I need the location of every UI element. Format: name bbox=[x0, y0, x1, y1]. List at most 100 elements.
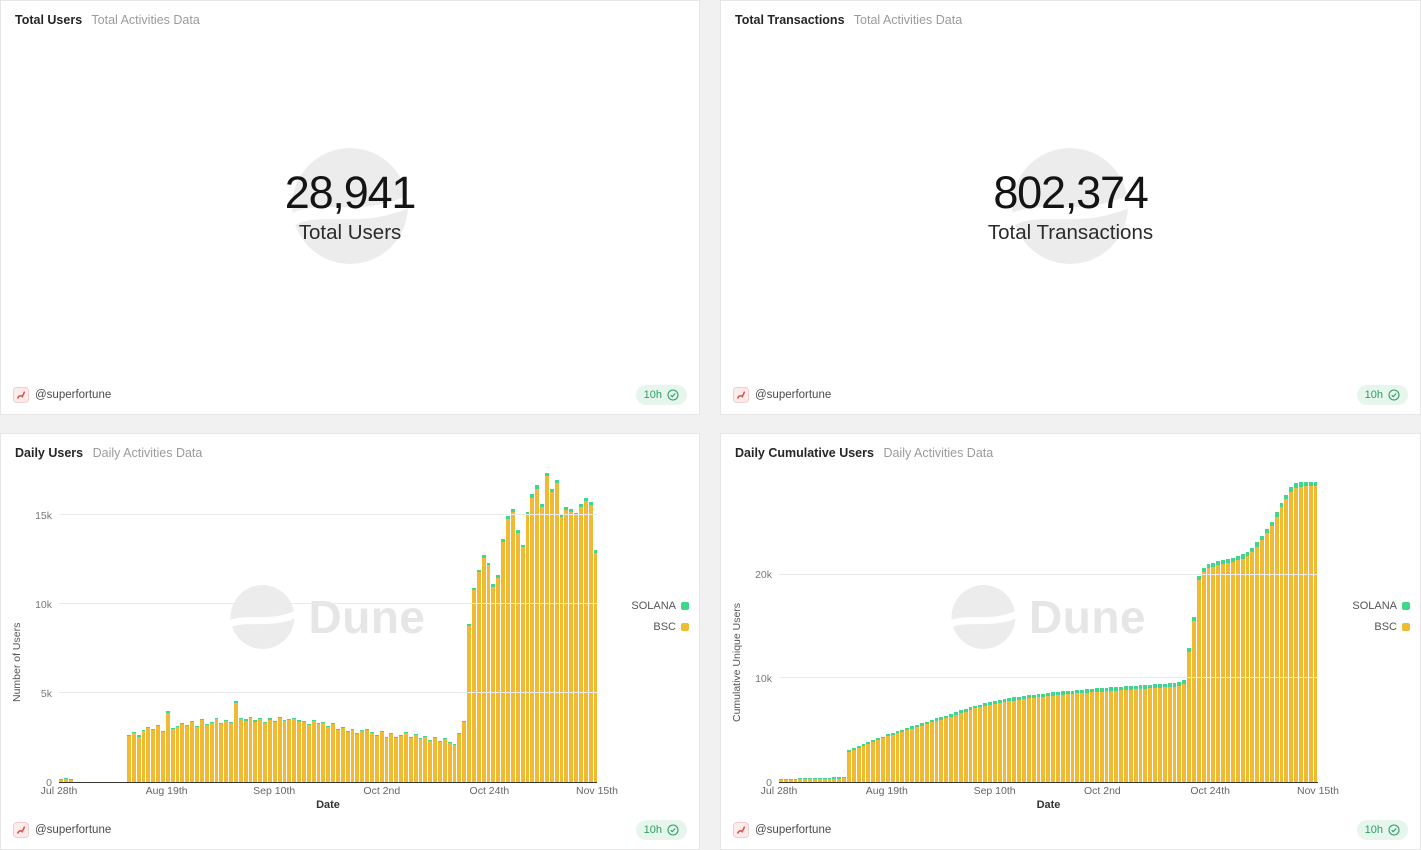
bar bbox=[818, 471, 822, 782]
bar bbox=[1168, 471, 1172, 782]
legend-swatch-icon bbox=[681, 602, 689, 610]
author-link[interactable]: @superfortune bbox=[733, 387, 831, 403]
bar bbox=[555, 471, 559, 782]
bar-segment-bsc bbox=[59, 780, 63, 782]
superfortune-logo-icon bbox=[733, 387, 749, 403]
legend-item-bsc[interactable]: BSC bbox=[1374, 621, 1410, 633]
panel-title-link[interactable]: Daily Cumulative Users bbox=[735, 446, 874, 460]
bar-segment-bsc bbox=[1314, 486, 1318, 782]
bar-segment-bsc bbox=[798, 779, 802, 782]
bar-segment-bsc bbox=[1197, 580, 1201, 782]
bar bbox=[1153, 471, 1157, 782]
bar bbox=[375, 471, 379, 782]
bar bbox=[268, 471, 272, 782]
bar-segment-bsc bbox=[886, 736, 890, 782]
bar bbox=[550, 471, 554, 782]
bar bbox=[998, 471, 1002, 782]
bar-segment-bsc bbox=[180, 724, 184, 782]
x-axis-ticks: Jul 28thAug 19thSep 10thOct 2ndOct 24thN… bbox=[59, 783, 597, 798]
bar bbox=[803, 471, 807, 782]
bar bbox=[1158, 471, 1162, 782]
bar bbox=[896, 471, 900, 782]
bar-segment-bsc bbox=[127, 736, 131, 782]
grid-line bbox=[779, 574, 1318, 575]
bar-segment-bsc bbox=[574, 515, 578, 782]
bar-segment-bsc bbox=[1289, 492, 1293, 782]
bar-segment-bsc bbox=[234, 703, 238, 782]
bar-segment-bsc bbox=[915, 727, 919, 782]
bar-segment-bsc bbox=[1100, 692, 1104, 783]
bar-segment-bsc bbox=[1080, 693, 1084, 782]
bar bbox=[346, 471, 350, 782]
bar-segment-bsc bbox=[496, 578, 500, 782]
legend-swatch-icon bbox=[681, 623, 689, 631]
bar bbox=[798, 471, 802, 782]
bar-segment-bsc bbox=[959, 713, 963, 782]
legend-item-solana[interactable]: SOLANA bbox=[1352, 600, 1410, 612]
panel-title-link[interactable]: Total Users bbox=[15, 13, 82, 27]
author-link[interactable]: @superfortune bbox=[733, 822, 831, 838]
bar bbox=[1173, 471, 1177, 782]
bar-segment-bsc bbox=[871, 742, 875, 782]
bar-segment-bsc bbox=[467, 626, 471, 782]
bar bbox=[399, 471, 403, 782]
bar bbox=[988, 471, 992, 782]
bar-segment-bsc bbox=[210, 723, 214, 782]
bar-segment-bsc bbox=[457, 734, 461, 782]
y-axis-ticks: 010k20k bbox=[745, 471, 779, 783]
bar bbox=[949, 471, 953, 782]
bar-segment-bsc bbox=[1032, 698, 1036, 782]
x-axis-title: Date bbox=[59, 798, 597, 814]
bar-segment-bsc bbox=[278, 718, 282, 782]
bar bbox=[59, 471, 63, 782]
legend-label: SOLANA bbox=[631, 600, 676, 612]
bar bbox=[64, 471, 68, 782]
author-link[interactable]: @superfortune bbox=[13, 387, 111, 403]
bar bbox=[487, 471, 491, 782]
bar-segment-bsc bbox=[1231, 562, 1235, 782]
bar-segment-bsc bbox=[925, 724, 929, 782]
bar-segment-bsc bbox=[993, 704, 997, 782]
refresh-badge[interactable]: 10h bbox=[636, 820, 687, 840]
legend-item-bsc[interactable]: BSC bbox=[653, 621, 689, 633]
bar-segment-bsc bbox=[1022, 699, 1026, 782]
bar-segment-bsc bbox=[385, 738, 389, 782]
grid-line bbox=[59, 514, 597, 515]
bar bbox=[964, 471, 968, 782]
panel-header: Total Users Total Activities Data bbox=[1, 1, 699, 32]
author-link[interactable]: @superfortune bbox=[13, 822, 111, 838]
bar bbox=[292, 471, 296, 782]
bar-segment-bsc bbox=[394, 738, 398, 782]
y-axis-title: Cumulative Unique Users bbox=[729, 471, 745, 814]
bar-segment-bsc bbox=[404, 733, 408, 782]
bar-segment-bsc bbox=[847, 752, 851, 782]
bar bbox=[224, 471, 228, 782]
bar bbox=[905, 471, 909, 782]
bar bbox=[1061, 471, 1065, 782]
panel-title-link[interactable]: Daily Users bbox=[15, 446, 83, 460]
bar bbox=[1017, 471, 1021, 782]
bar bbox=[828, 471, 832, 782]
bar-segment-bsc bbox=[949, 717, 953, 782]
bar bbox=[1202, 471, 1206, 782]
bar bbox=[501, 471, 505, 782]
bar bbox=[491, 471, 495, 782]
bar-segment-bsc bbox=[1192, 621, 1196, 782]
bar-segment-bsc bbox=[784, 780, 788, 782]
legend-label: SOLANA bbox=[1352, 600, 1397, 612]
bar-segment-bsc bbox=[813, 779, 817, 782]
bar-segment-bsc bbox=[1260, 540, 1264, 782]
legend: SOLANA BSC bbox=[1318, 471, 1414, 814]
legend-item-solana[interactable]: SOLANA bbox=[631, 600, 689, 612]
bar bbox=[1231, 471, 1235, 782]
refresh-badge[interactable]: 10h bbox=[1357, 385, 1408, 405]
bar bbox=[453, 471, 457, 782]
refresh-badge[interactable]: 10h bbox=[636, 385, 687, 405]
legend: SOLANA BSC bbox=[597, 471, 693, 814]
bar bbox=[1051, 471, 1055, 782]
refresh-badge[interactable]: 10h bbox=[1357, 820, 1408, 840]
bar bbox=[954, 471, 958, 782]
panel-title-link[interactable]: Total Transactions bbox=[735, 13, 845, 27]
bar bbox=[589, 471, 593, 782]
bar-segment-bsc bbox=[998, 703, 1002, 782]
